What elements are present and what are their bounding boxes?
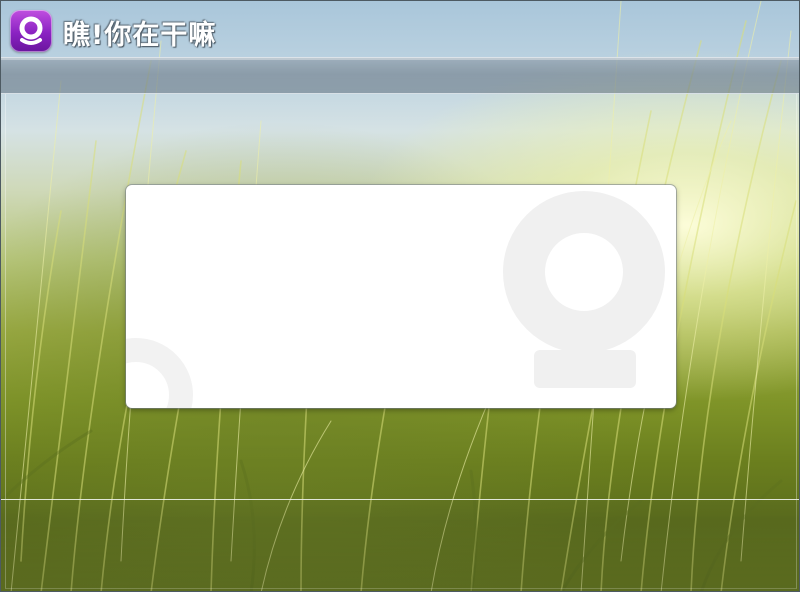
bottom-bar xyxy=(1,499,799,591)
title-bar[interactable]: 瞧!你在干嘛 xyxy=(1,1,799,57)
content-panel xyxy=(126,185,676,408)
toolbar-highlight xyxy=(1,58,799,60)
app-title: 瞧!你在干嘛 xyxy=(63,20,217,51)
app-logo-q-icon xyxy=(10,10,52,52)
bottom-bar-frame xyxy=(5,500,797,589)
app-window: 瞧!你在干嘛 xyxy=(0,0,800,592)
logo-watermark-icon xyxy=(126,191,665,408)
toolbar xyxy=(1,57,799,94)
